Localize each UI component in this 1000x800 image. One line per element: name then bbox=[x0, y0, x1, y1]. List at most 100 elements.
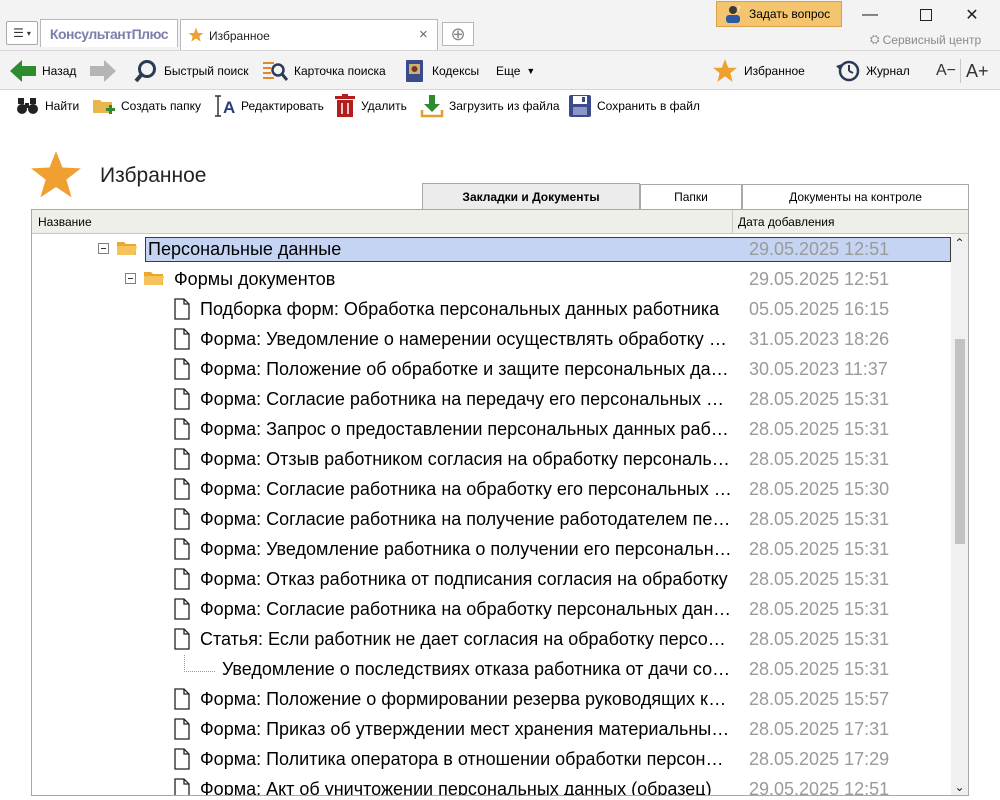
document-icon bbox=[174, 508, 190, 535]
table-row[interactable]: Форма: Акт об уничтожении персональных д… bbox=[32, 775, 950, 795]
close-tab-icon[interactable]: × bbox=[419, 26, 428, 43]
row-date: 28.05.2025 15:31 bbox=[749, 419, 890, 439]
tab-folders[interactable]: Папки bbox=[640, 184, 742, 209]
edit-label: Редактировать bbox=[241, 99, 324, 113]
table-row[interactable]: Форма: Согласие работника на передачу ег… bbox=[32, 385, 950, 415]
column-header-name[interactable]: Название bbox=[38, 215, 92, 229]
edit-button[interactable]: A Редактировать bbox=[214, 94, 324, 118]
journal-button[interactable]: Журнал bbox=[836, 58, 910, 84]
scroll-down-arrow-icon[interactable]: ⌄ bbox=[951, 780, 968, 794]
journal-label: Журнал bbox=[866, 64, 910, 78]
row-date: 29.05.2025 12:51 bbox=[749, 239, 890, 259]
table-row[interactable]: Форма: Положение о формировании резерва … bbox=[32, 685, 950, 715]
ask-question-label: Задать вопрос bbox=[749, 7, 831, 21]
service-center-link[interactable]: ⛭ Сервисный центр bbox=[870, 32, 981, 47]
collapse-toggle-icon[interactable] bbox=[98, 243, 109, 254]
load-from-file-label: Загрузить из файла bbox=[449, 99, 560, 113]
row-date: 28.05.2025 15:31 bbox=[749, 629, 890, 649]
table-row[interactable]: Форма: Согласие работника на обработку п… bbox=[32, 595, 950, 625]
row-date: 29.05.2025 12:51 bbox=[749, 269, 890, 289]
column-header-date[interactable]: Дата добавления bbox=[738, 215, 834, 229]
load-from-file-button[interactable]: Загрузить из файла bbox=[420, 94, 560, 118]
favorites-nav-label: Избранное bbox=[744, 64, 805, 78]
row-title: Форма: Уведомление работника о получении… bbox=[200, 539, 732, 559]
table-row[interactable]: Форма: Согласие работника на обработку е… bbox=[32, 475, 950, 505]
find-button[interactable]: Найти bbox=[16, 94, 79, 118]
document-icon bbox=[174, 718, 190, 745]
row-date: 28.05.2025 15:31 bbox=[749, 509, 890, 529]
table-row[interactable]: Форма: Отзыв работником согласия на обра… bbox=[32, 445, 950, 475]
table-row[interactable]: Форма: Положение об обработке и защите п… bbox=[32, 355, 950, 385]
search-card-icon bbox=[263, 62, 288, 81]
row-title: Форма: Отказ работника от подписания сог… bbox=[200, 569, 728, 589]
row-title: Формы документов bbox=[174, 269, 336, 289]
vertical-scrollbar[interactable]: ⌃ ⌄ bbox=[951, 234, 968, 795]
tree-folder-row[interactable]: Персональные данные 29.05.2025 12:51 bbox=[32, 235, 951, 265]
favorites-star-icon bbox=[31, 151, 81, 198]
quick-search-label: Быстрый поиск bbox=[164, 64, 249, 78]
close-window-icon[interactable]: ✕ bbox=[952, 2, 992, 28]
tree-bookmark-row[interactable]: Уведомление о последствиях отказа работн… bbox=[32, 655, 950, 685]
row-date: 31.05.2023 18:26 bbox=[749, 329, 890, 349]
back-button[interactable]: Назад bbox=[10, 58, 76, 84]
minimize-icon[interactable]: — bbox=[850, 2, 890, 28]
row-date: 28.05.2025 15:30 bbox=[749, 479, 890, 499]
service-center-icon: ⛭ bbox=[870, 32, 880, 46]
document-icon bbox=[174, 298, 190, 325]
codex-book-icon bbox=[406, 60, 423, 82]
search-card-button[interactable]: Карточка поиска bbox=[262, 58, 386, 84]
more-button[interactable]: Еще ▼ bbox=[496, 58, 535, 84]
document-icon bbox=[174, 598, 190, 625]
folder-open-icon bbox=[143, 268, 165, 293]
logo-tab[interactable]: КонсультантПлюс bbox=[40, 19, 178, 47]
dropdown-arrow-icon: ▾ bbox=[26, 28, 31, 38]
row-title: Форма: Отзыв работником согласия на обра… bbox=[200, 449, 732, 469]
font-larger-button[interactable]: A+ bbox=[966, 58, 989, 84]
text-cursor-edit-icon: A bbox=[215, 95, 235, 117]
column-divider[interactable] bbox=[732, 210, 733, 234]
collapse-toggle-icon[interactable] bbox=[125, 273, 136, 284]
codes-button[interactable]: Кодексы bbox=[404, 58, 479, 84]
row-date: 28.05.2025 15:57 bbox=[749, 689, 890, 709]
chevron-down-icon: ▼ bbox=[526, 66, 536, 76]
font-smaller-button[interactable]: A− bbox=[936, 58, 956, 84]
create-folder-button[interactable]: Создать папку bbox=[92, 94, 201, 118]
scroll-up-arrow-icon[interactable]: ⌃ bbox=[951, 236, 968, 250]
table-row[interactable]: Форма: Уведомление о намерении осуществл… bbox=[32, 325, 950, 355]
service-center-label: Сервисный центр bbox=[882, 32, 982, 47]
tab-label: Закладки и Документы bbox=[462, 189, 600, 204]
new-tab-button[interactable]: ⊕ bbox=[442, 22, 474, 46]
font-smaller-label: A− bbox=[936, 62, 957, 79]
row-title: Форма: Положение о формировании резерва … bbox=[200, 689, 732, 709]
tab-favorites[interactable]: Избранное × bbox=[180, 19, 438, 50]
table-row[interactable]: Форма: Отказ работника от подписания сог… bbox=[32, 565, 950, 595]
save-to-file-button[interactable]: Сохранить в файл bbox=[568, 94, 700, 118]
quick-search-button[interactable]: Быстрый поиск bbox=[134, 58, 248, 84]
table-row[interactable]: Форма: Политика оператора в отношении об… bbox=[32, 745, 950, 775]
table-row[interactable]: Форма: Запрос о предоставлении персональ… bbox=[32, 415, 950, 445]
floppy-disk-icon bbox=[569, 95, 591, 117]
ask-question-button[interactable]: ? Задать вопрос bbox=[716, 1, 842, 27]
row-title: Подборка форм: Обработка персональных да… bbox=[200, 299, 720, 319]
tab-monitored-documents[interactable]: Документы на контроле bbox=[742, 184, 969, 209]
maximize-icon[interactable] bbox=[906, 2, 946, 28]
table-row[interactable]: Форма: Согласие работника на получение р… bbox=[32, 505, 950, 535]
row-title: Форма: Приказ об утверждении мест хранен… bbox=[200, 719, 732, 739]
table-row[interactable]: Подборка форм: Обработка персональных да… bbox=[32, 295, 950, 325]
title-bar: ☰ ▾ КонсультантПлюс Избранное × ⊕ ? Зада… bbox=[0, 0, 1000, 50]
forward-button[interactable] bbox=[90, 58, 116, 84]
main-menu-button[interactable]: ☰ ▾ bbox=[6, 21, 38, 45]
tab-bookmarks-documents[interactable]: Закладки и Документы bbox=[422, 183, 640, 209]
document-icon bbox=[174, 538, 190, 565]
scrollbar-thumb[interactable] bbox=[955, 338, 965, 544]
favorites-nav-button[interactable]: Избранное bbox=[712, 58, 805, 84]
delete-button[interactable]: Удалить bbox=[334, 94, 407, 118]
find-label: Найти bbox=[45, 99, 80, 113]
table-row[interactable]: Форма: Приказ об утверждении мест хранен… bbox=[32, 715, 950, 745]
table-row[interactable]: Статья: Если работник не дает согласия н… bbox=[32, 625, 950, 655]
tree-folder-row[interactable]: Формы документов 29.05.2025 12:51 bbox=[32, 265, 950, 295]
row-title: Форма: Политика оператора в отношении об… bbox=[200, 749, 732, 769]
row-title: Форма: Согласие работника на обработку е… bbox=[200, 479, 732, 499]
table-row[interactable]: Форма: Уведомление работника о получении… bbox=[32, 535, 950, 565]
row-date: 28.05.2025 17:31 bbox=[749, 719, 890, 739]
